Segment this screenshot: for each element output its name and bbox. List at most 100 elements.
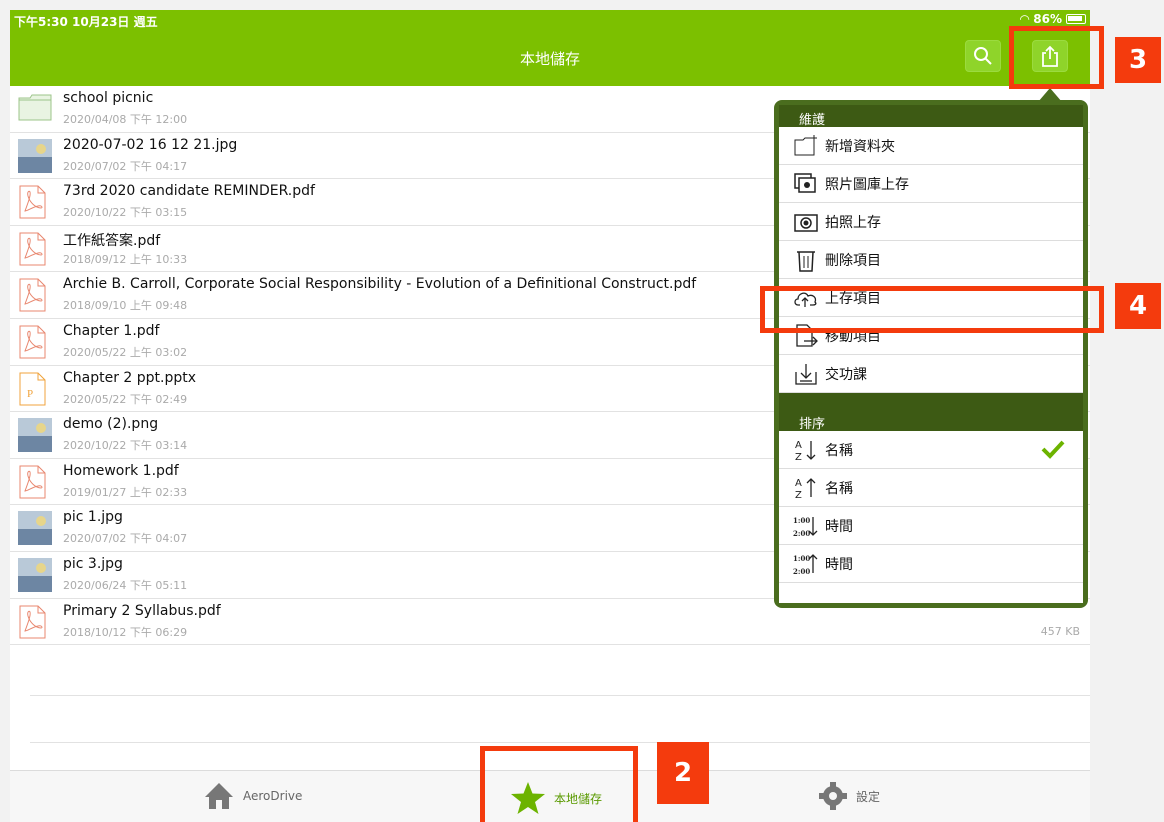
status-indicators: ◠ 86%	[1020, 12, 1086, 26]
sort-option[interactable]: 1:00 2:00 時間	[779, 545, 1083, 583]
maintenance-header: 維護	[779, 105, 1083, 128]
menu-item[interactable]: 交功課	[779, 355, 1083, 393]
file-date: 2018/09/12 上午 10:33	[63, 252, 188, 266]
sort-option[interactable]: 1:00 2:00 時間	[779, 507, 1083, 545]
image-thumb-icon	[18, 418, 52, 453]
pptx-icon: P	[18, 372, 52, 406]
file-date: 2020/10/22 下午 03:15	[63, 206, 188, 220]
file-date: 2020/07/02 下午 04:17	[63, 159, 188, 173]
file-date: 2020/05/22 下午 02:49	[63, 392, 188, 406]
file-date: 2020/04/08 下午 12:00	[63, 113, 188, 126]
gear-icon	[819, 782, 847, 810]
file-date: 2020/06/24 下午 05:11	[63, 578, 188, 592]
svg-text:2:00: 2:00	[793, 567, 810, 576]
svg-text:P: P	[27, 388, 33, 400]
callout-badge-2: 2	[657, 742, 709, 804]
file-date: 2018/10/12 下午 06:29	[63, 625, 188, 639]
pdf-icon	[18, 232, 52, 266]
svg-text:1:00: 1:00	[793, 516, 810, 525]
sort-header: 排序	[779, 393, 1083, 432]
sort-az-up-icon: AZ	[793, 475, 819, 501]
menu-item-label: 刪除項目	[825, 252, 881, 269]
file-name: Homework 1.pdf	[63, 462, 179, 479]
menu-item-label: 照片圖庫上存	[825, 176, 909, 193]
file-name: Chapter 1.pdf	[63, 322, 160, 339]
wifi-icon: ◠	[1020, 12, 1030, 26]
image-thumb-icon	[18, 557, 52, 592]
tab-label: 設定	[856, 789, 881, 804]
status-time: 下午5:30 10月23日 週五	[14, 15, 158, 29]
trash-icon	[793, 247, 819, 273]
file-date: 2019/01/27 上午 02:33	[63, 485, 188, 499]
file-name: 73rd 2020 candidate REMINDER.pdf	[63, 183, 315, 200]
menu-item-label: 交功課	[825, 366, 867, 383]
file-name: Primary 2 Syllabus.pdf	[63, 602, 221, 619]
pdf-icon	[18, 185, 52, 219]
image-thumb-icon	[18, 511, 52, 546]
tab-settings[interactable]: 設定	[818, 781, 880, 811]
image-thumb-icon	[18, 138, 52, 173]
file-name: school picnic	[63, 90, 154, 106]
folder-icon	[18, 92, 52, 126]
checkmark-icon	[1041, 439, 1065, 463]
sort-time-down-icon: 1:00 2:00	[793, 513, 819, 539]
svg-text:A: A	[795, 440, 802, 451]
search-icon	[974, 47, 992, 65]
menu-item[interactable]: 新增資料夾	[779, 127, 1083, 165]
new-folder-icon	[793, 133, 819, 159]
pdf-icon	[18, 465, 52, 499]
action-popover: 維護 新增資料夾 照片圖庫上存 拍照上存 刪除項目 上存項目 移動項目 交功課 排序 AZ名…	[774, 100, 1088, 608]
sort-option-label: 時間	[825, 518, 853, 535]
menu-item[interactable]: 刪除項目	[779, 241, 1083, 279]
pdf-icon	[18, 325, 52, 359]
file-name: pic 3.jpg	[63, 555, 123, 572]
menu-item[interactable]: 照片圖庫上存	[779, 165, 1083, 203]
sort-option[interactable]: A Z 名稱	[779, 469, 1083, 507]
menu-item[interactable]: 拍照上存	[779, 203, 1083, 241]
sort-option[interactable]: A Z 名稱	[779, 431, 1083, 469]
empty-row-divider	[30, 742, 1090, 743]
file-name: pic 1.jpg	[63, 509, 123, 526]
callout-tab-highlight	[480, 746, 638, 822]
callout-badge-3: 3	[1115, 37, 1161, 83]
pdf-icon	[18, 605, 52, 639]
submit-homework-icon	[793, 361, 819, 387]
nav-bar: 本地儲存	[10, 30, 1090, 86]
tab-label: AeroDrive	[243, 789, 303, 803]
svg-text:Z: Z	[795, 490, 802, 501]
file-size: 457 KB	[1040, 624, 1080, 638]
menu-item-label: 新增資料夾	[825, 138, 895, 155]
page-title: 本地儲存	[519, 50, 580, 68]
sort-option-label: 名稱	[825, 480, 853, 497]
file-name: 工作紙答案.pdf	[63, 232, 161, 249]
file-name: demo (2).png	[63, 416, 159, 433]
file-name: Chapter 2 ppt.pptx	[63, 369, 197, 386]
file-date: 2018/09/10 上午 09:48	[63, 299, 188, 313]
callout-upload-highlight	[760, 286, 1104, 333]
photo-library-icon	[793, 171, 819, 197]
callout-share-highlight	[1009, 26, 1104, 89]
sort-time-up-icon: 1:00 2:00	[793, 551, 819, 577]
battery-icon	[1066, 14, 1086, 24]
file-name: 2020-07-02 16 12 21.jpg	[63, 136, 238, 153]
sort-az-down-icon: AZ	[793, 437, 819, 463]
svg-text:A: A	[795, 478, 802, 489]
tab-aerodrive[interactable]: AeroDrive	[203, 781, 302, 811]
sort-option-label: 名稱	[825, 442, 853, 459]
empty-row-divider	[30, 695, 1090, 696]
status-bar: 下午5:30 10月23日 週五 ◠ 86%	[10, 10, 1090, 30]
menu-item-label: 拍照上存	[825, 214, 881, 231]
callout-badge-4: 4	[1115, 283, 1161, 329]
home-icon	[205, 783, 233, 809]
sort-option-label: 時間	[825, 556, 853, 573]
file-date: 2020/05/22 上午 03:02	[63, 345, 188, 359]
pdf-icon	[18, 278, 52, 312]
battery-percent: 86%	[1033, 12, 1062, 26]
file-date: 2020/07/02 下午 04:07	[63, 532, 188, 546]
file-date: 2020/10/22 下午 03:14	[63, 439, 188, 453]
svg-text:Z: Z	[795, 452, 802, 463]
file-name: Archie B. Carroll, Corporate Social Resp…	[63, 276, 697, 293]
svg-text:2:00: 2:00	[793, 529, 810, 538]
search-button[interactable]	[965, 40, 1001, 72]
camera-icon	[793, 209, 819, 235]
